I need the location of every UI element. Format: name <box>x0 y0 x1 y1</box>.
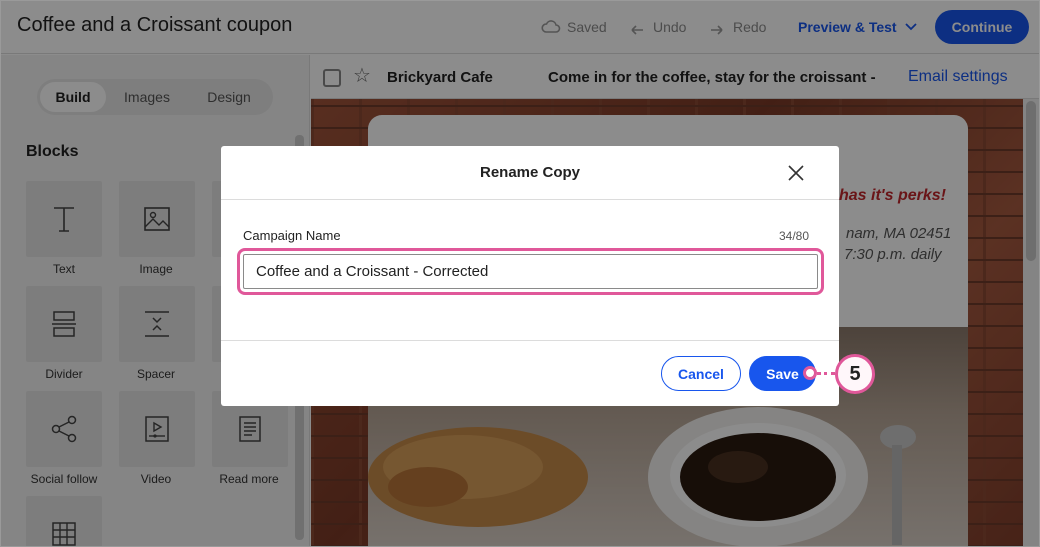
dialog-divider <box>221 199 839 200</box>
dialog-title: Rename Copy <box>479 164 581 181</box>
step-number-badge: 5 <box>835 354 875 394</box>
close-icon[interactable] <box>787 164 805 182</box>
campaign-name-label: Campaign Name <box>243 228 341 243</box>
callout-connector <box>817 372 835 375</box>
campaign-name-input[interactable] <box>243 254 818 289</box>
rename-copy-dialog: Rename Copy Campaign Name 34/80 Cancel S… <box>221 146 839 406</box>
dialog-footer-divider <box>221 340 839 341</box>
character-counter: 34/80 <box>779 229 810 243</box>
callout-anchor <box>803 366 817 380</box>
cancel-button[interactable]: Cancel <box>661 356 741 391</box>
app-window: Coffee and a Croissant coupon Saved Undo… <box>0 0 1040 547</box>
